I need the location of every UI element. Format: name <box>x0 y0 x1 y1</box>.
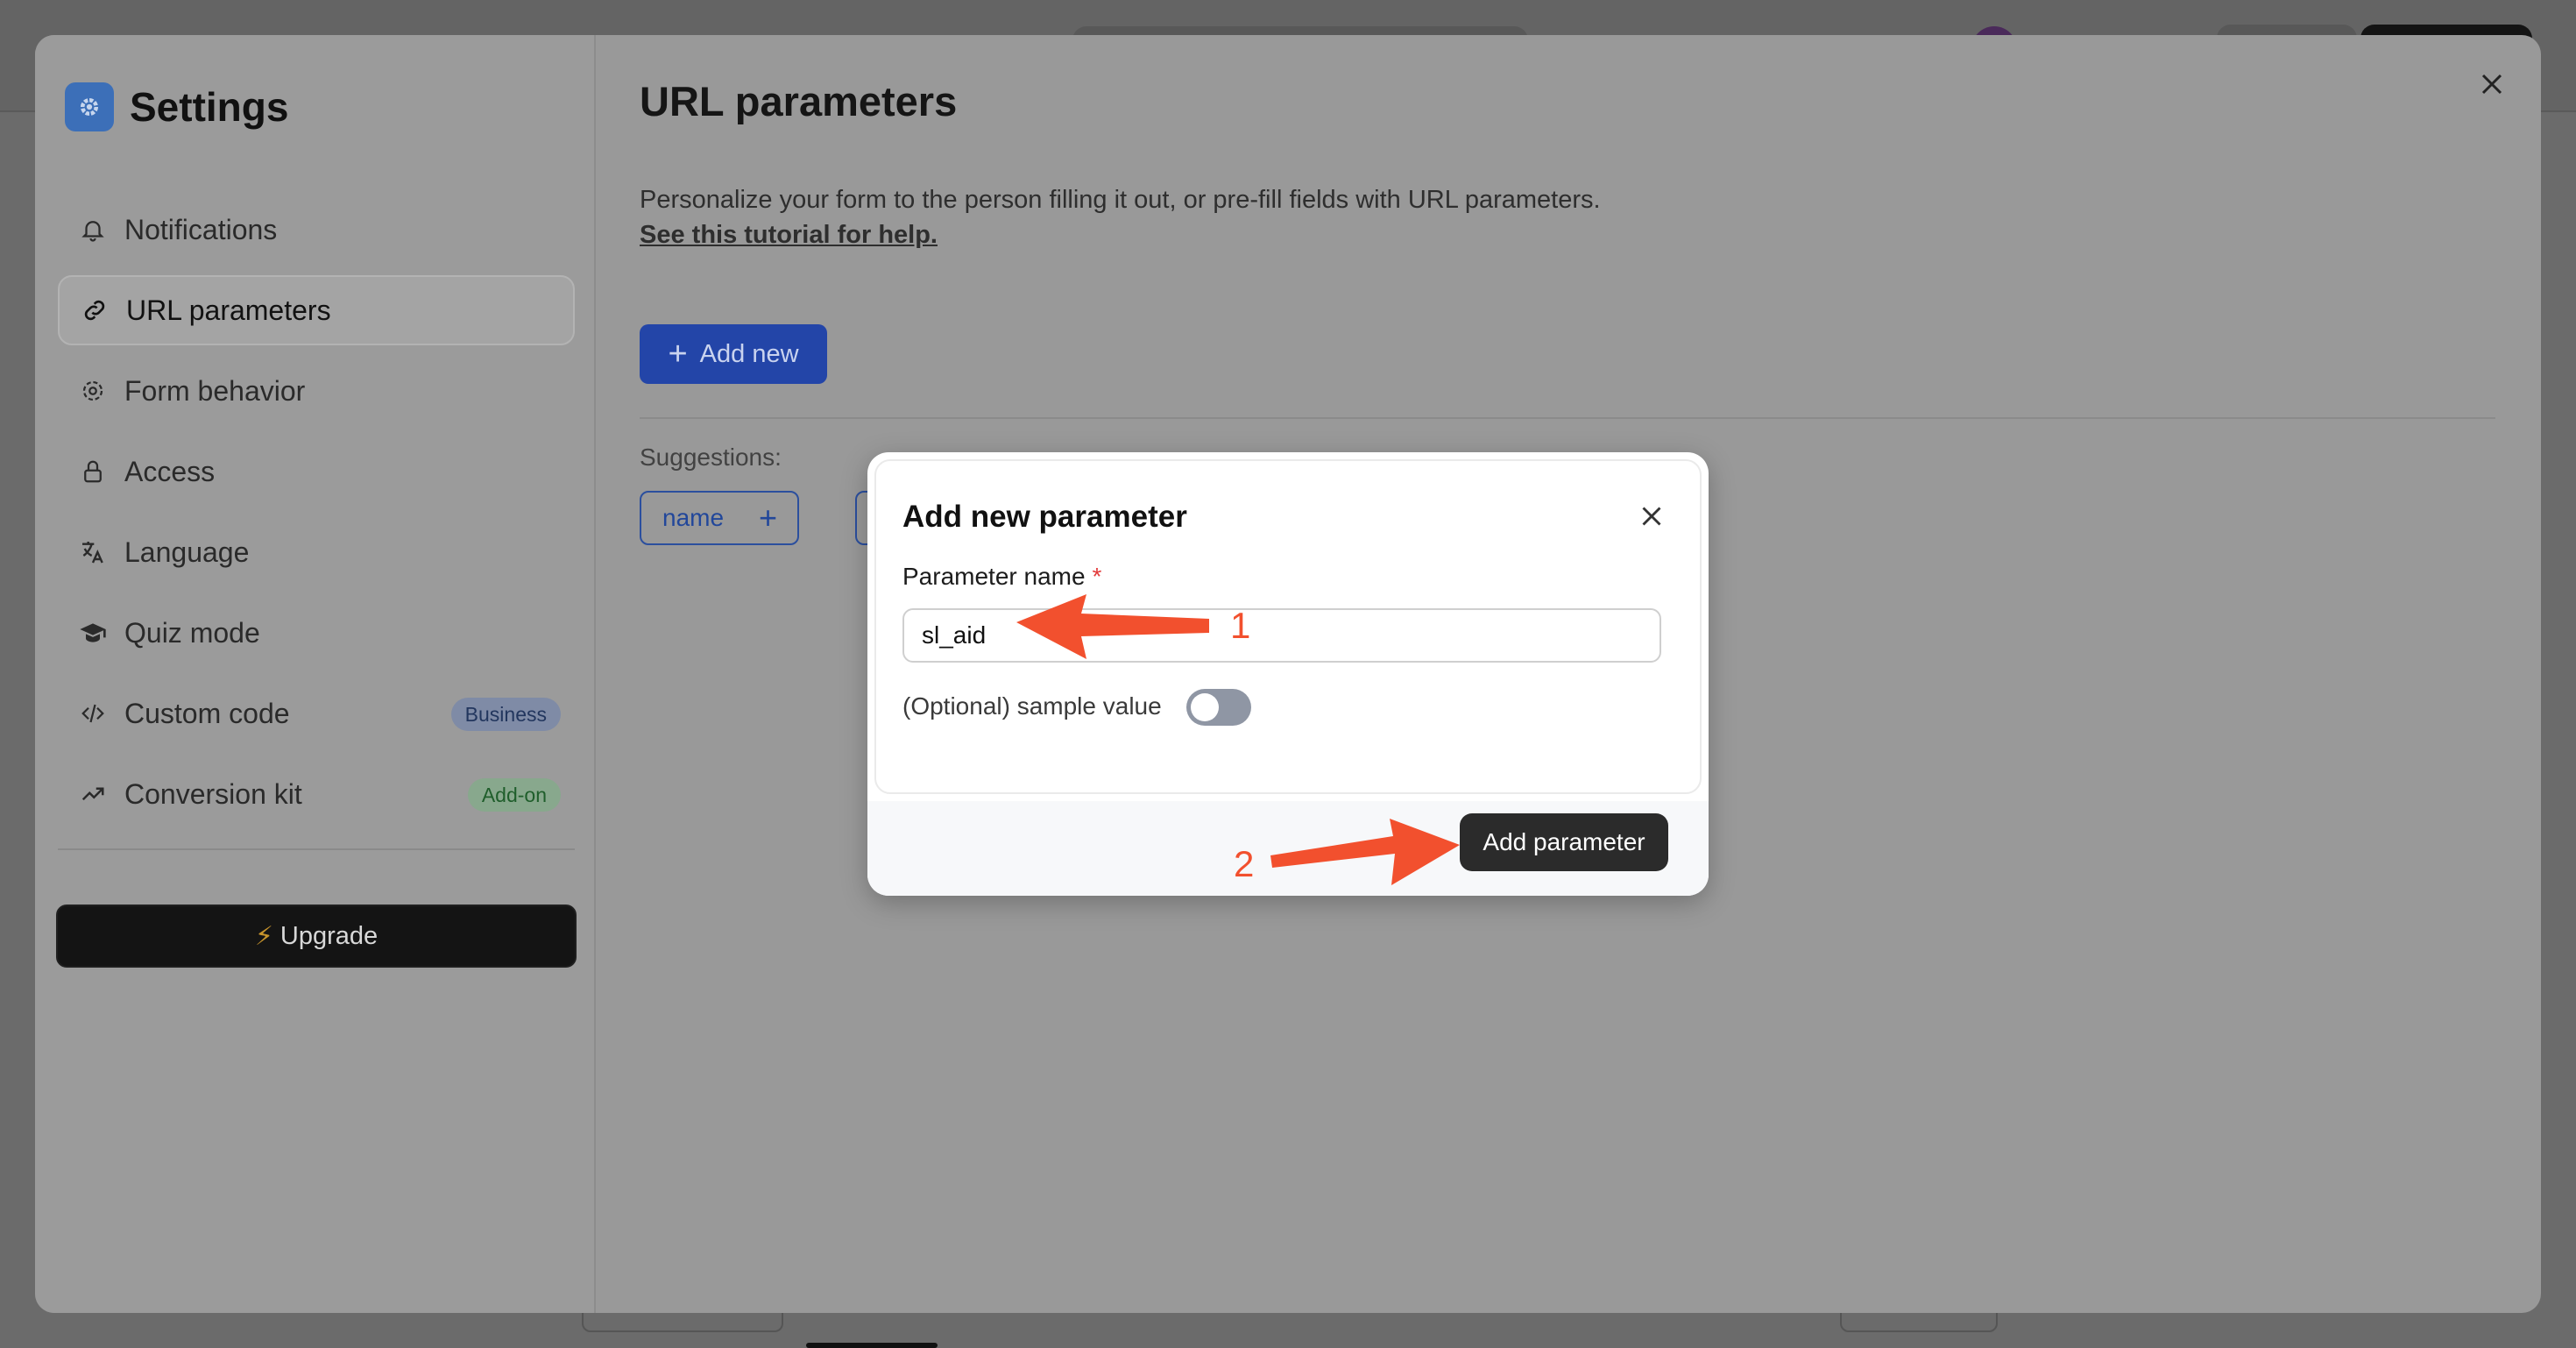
nav-item-conversion-kit[interactable]: Conversion kit Add-on <box>58 759 575 829</box>
lightning-icon: ⚡ <box>254 921 273 951</box>
plus-icon: + <box>668 335 688 372</box>
annotation-step-1: 1 <box>1230 605 1251 646</box>
bg-tab-underline <box>806 1343 938 1348</box>
nav-label: URL parameters <box>126 294 331 326</box>
graduation-cap-icon <box>75 615 110 650</box>
dialog-body: Add new parameter Parameter name* (Optio… <box>874 459 1702 794</box>
business-badge: Business <box>450 698 561 731</box>
settings-gear-logo-icon <box>65 82 114 131</box>
gear-icon <box>75 373 110 408</box>
nav-item-access[interactable]: Access <box>58 436 575 507</box>
required-mark: * <box>1092 563 1102 590</box>
nav-label: Form behavior <box>124 374 306 407</box>
chip-label: name <box>662 504 725 531</box>
close-dialog-button[interactable] <box>1635 500 1668 533</box>
suggestions-label: Suggestions: <box>640 443 782 471</box>
sample-value-label: (Optional) sample value <box>902 692 1162 720</box>
nav-label: Access <box>124 455 216 487</box>
nav-label: Custom code <box>124 697 290 729</box>
annotation-step-2: 2 <box>1234 843 1255 884</box>
settings-header: Settings <box>65 82 288 131</box>
parameter-name-label: Parameter name * <box>902 563 1101 591</box>
nav-label: Notifications <box>124 213 278 245</box>
parameter-name-text: Parameter name <box>902 563 1086 590</box>
translate-icon <box>75 535 110 570</box>
settings-sidebar: Settings Notifications URL parameters Fo… <box>35 35 596 1313</box>
add-parameter-button[interactable]: Add parameter <box>1460 813 1668 871</box>
code-icon <box>75 696 110 731</box>
plus-icon: + <box>759 500 778 536</box>
sidebar-divider <box>58 848 575 850</box>
toggle-knob <box>1191 693 1219 721</box>
sample-value-toggle[interactable] <box>1186 689 1251 726</box>
dialog-footer: Add parameter <box>867 801 1709 896</box>
nav-item-quiz-mode[interactable]: Quiz mode <box>58 598 575 668</box>
nav-label: Conversion kit <box>124 777 302 810</box>
suggestion-chip-name[interactable]: name + <box>640 491 799 545</box>
upgrade-label: Upgrade <box>280 921 379 950</box>
dialog-title: Add new parameter <box>902 500 1187 534</box>
link-icon <box>77 293 112 328</box>
nav-item-notifications[interactable]: Notifications <box>58 195 575 265</box>
parameter-name-input[interactable] <box>902 608 1661 663</box>
nav-item-url-parameters[interactable]: URL parameters <box>58 275 575 345</box>
nav-item-language[interactable]: Language <box>58 517 575 587</box>
trend-up-icon <box>75 777 110 812</box>
nav-label: Language <box>124 536 250 568</box>
add-new-label: Add new <box>699 339 799 368</box>
close-icon <box>2481 74 2502 95</box>
url-params-description: Personalize your form to the person fill… <box>640 186 1601 214</box>
upgrade-button[interactable]: ⚡ Upgrade <box>56 905 577 968</box>
add-parameter-dialog: Add new parameter Parameter name* (Optio… <box>867 452 1709 896</box>
addon-badge: Add-on <box>467 778 561 812</box>
add-new-button[interactable]: + Add new <box>640 324 827 384</box>
nav-label: Quiz mode <box>124 616 260 649</box>
nav-item-custom-code[interactable]: Custom code Business <box>58 678 575 748</box>
close-settings-button[interactable] <box>2474 67 2509 102</box>
lock-icon <box>75 454 110 489</box>
bell-icon <box>75 212 110 247</box>
settings-title: Settings <box>130 84 289 130</box>
settings-nav: Notifications URL parameters Form behavi… <box>58 195 575 840</box>
main-divider <box>640 417 2495 419</box>
nav-item-form-behavior[interactable]: Form behavior <box>58 356 575 426</box>
page-title: URL parameters <box>640 78 958 124</box>
tutorial-link[interactable]: See this tutorial for help. <box>640 221 938 250</box>
close-icon <box>1642 507 1661 526</box>
